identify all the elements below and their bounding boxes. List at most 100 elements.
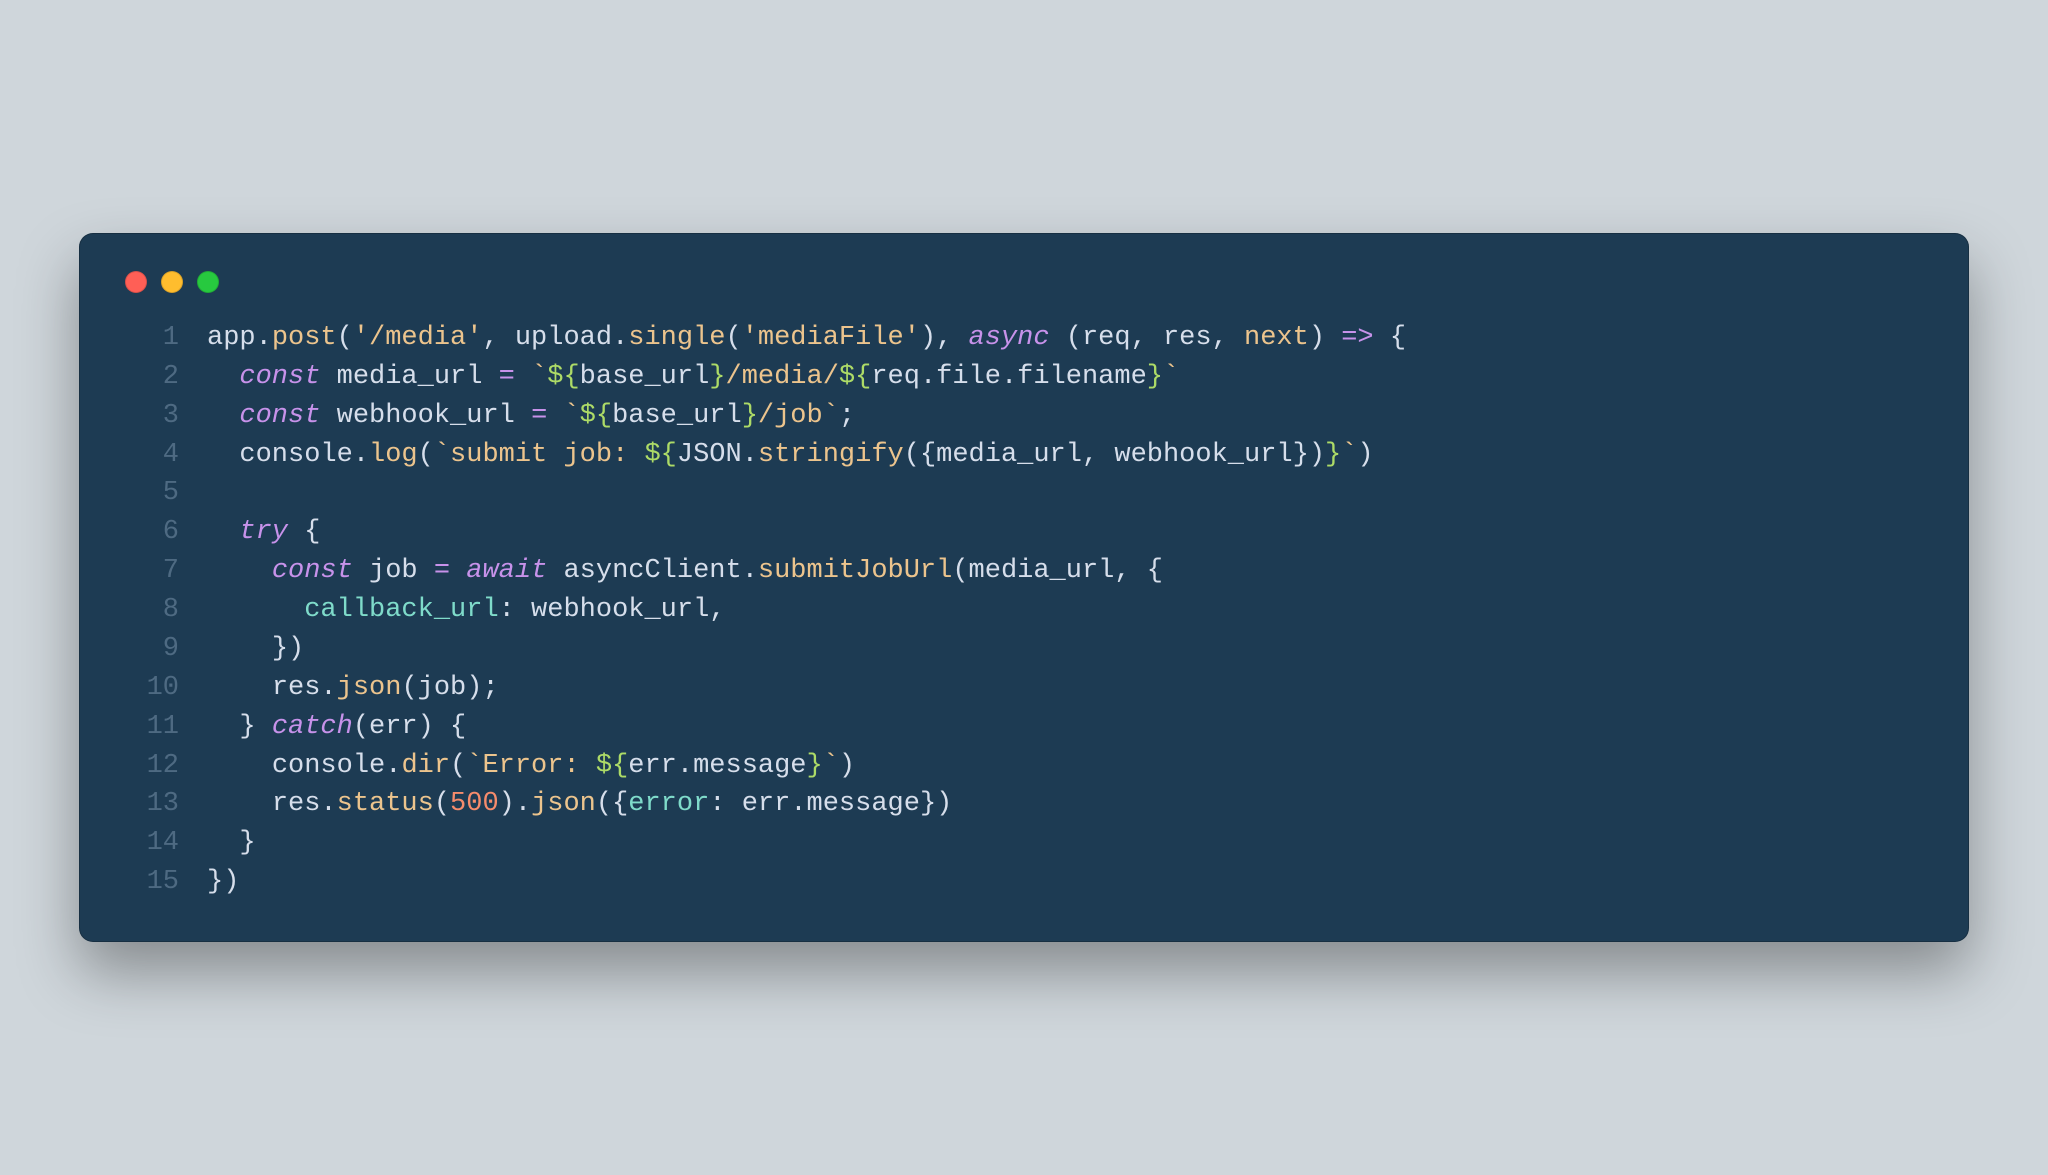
code-token: const [239, 401, 320, 431]
code-token: submit job: [450, 440, 644, 470]
code-line: 7 const job = await asyncClient.submitJo… [119, 552, 1929, 591]
code-token: app [207, 323, 256, 353]
code-line: 15}) [119, 863, 1929, 902]
code-token: , [709, 595, 725, 625]
code-token: { [920, 440, 936, 470]
code-token: ( [337, 323, 353, 353]
code-token: ) [1357, 440, 1373, 470]
code-token: await [466, 556, 547, 586]
code-token [207, 440, 239, 470]
code-token: log [369, 440, 418, 470]
line-number: 14 [119, 824, 207, 863]
code-token: . [385, 751, 401, 781]
line-number: 11 [119, 708, 207, 747]
line-number: 12 [119, 747, 207, 786]
code-token: stringify [758, 440, 904, 470]
code-content: app.post('/media', upload.single('mediaF… [207, 319, 1406, 358]
code-token: res [1163, 323, 1212, 353]
code-token: catch [272, 712, 353, 742]
code-token: ) [1309, 323, 1325, 353]
code-token: ) [920, 323, 936, 353]
code-token: . [677, 751, 693, 781]
traffic-lights [119, 261, 1929, 319]
code-token: . [742, 440, 758, 470]
code-token: ( [434, 789, 450, 819]
code-token: ` [823, 751, 839, 781]
code-token: } [1293, 440, 1309, 470]
code-content: const job = await asyncClient.submitJobU… [207, 552, 1163, 591]
code-token: . [742, 556, 758, 586]
code-token: ` [823, 401, 839, 431]
code-token: webhook_url [320, 401, 531, 431]
code-token [207, 673, 272, 703]
code-token: ` [563, 401, 579, 431]
code-token [207, 401, 239, 431]
code-token: }) [207, 867, 239, 897]
code-content: try { [207, 513, 320, 552]
code-token: , [1131, 323, 1163, 353]
code-token: , [1114, 556, 1146, 586]
code-token: message [693, 751, 806, 781]
code-token: { [288, 517, 320, 547]
code-token: err [628, 751, 677, 781]
line-number: 4 [119, 436, 207, 475]
code-token: . [1001, 362, 1017, 392]
code-content: callback_url: webhook_url, [207, 591, 726, 630]
code-token: media_url [936, 440, 1082, 470]
code-token [207, 712, 239, 742]
code-line: 5 [119, 474, 1929, 513]
code-token: ( [904, 440, 920, 470]
code-token: } [807, 751, 823, 781]
code-token: dir [401, 751, 450, 781]
code-token: } [239, 712, 255, 742]
code-token: callback_url [304, 595, 498, 625]
code-line: 10 res.json(job); [119, 669, 1929, 708]
code-token [207, 362, 239, 392]
code-token: . [790, 789, 806, 819]
code-token: const [239, 362, 320, 392]
code-token: ) [1309, 440, 1325, 470]
code-token: } [239, 828, 255, 858]
line-number: 7 [119, 552, 207, 591]
code-token: base_url [580, 362, 710, 392]
code-token: 'mediaFile' [742, 323, 920, 353]
code-token: filename [1017, 362, 1147, 392]
line-number: 6 [119, 513, 207, 552]
code-token: /job [758, 401, 823, 431]
code-token: . [515, 789, 531, 819]
code-token: req [871, 362, 920, 392]
code-token: ) [499, 789, 515, 819]
code-token: err [726, 789, 791, 819]
code-token: } [1325, 440, 1341, 470]
code-token [207, 634, 272, 664]
code-token: ${ [644, 440, 676, 470]
code-token [207, 595, 304, 625]
code-token: try [239, 517, 288, 547]
code-token: json [531, 789, 596, 819]
code-token: upload [515, 323, 612, 353]
code-token: file [936, 362, 1001, 392]
line-number: 3 [119, 397, 207, 436]
code-line: 1app.post('/media', upload.single('media… [119, 319, 1929, 358]
code-token: ${ [547, 362, 579, 392]
code-token: . [920, 362, 936, 392]
code-token: console [272, 751, 385, 781]
code-token: . [320, 789, 336, 819]
close-icon[interactable] [125, 271, 147, 293]
code-token: ${ [839, 362, 871, 392]
code-token: = [531, 401, 547, 431]
code-token: webhook_url [515, 595, 709, 625]
minimize-icon[interactable] [161, 271, 183, 293]
code-token: } [709, 362, 725, 392]
code-token [207, 828, 239, 858]
code-token: { [434, 712, 466, 742]
code-token: res [272, 789, 321, 819]
code-token: . [320, 673, 336, 703]
zoom-icon[interactable] [197, 271, 219, 293]
code-line: 3 const webhook_url = `${base_url}/job`; [119, 397, 1929, 436]
code-line: 9 }) [119, 630, 1929, 669]
line-number: 8 [119, 591, 207, 630]
code-token: { [612, 789, 628, 819]
code-token [1374, 323, 1390, 353]
code-token: { [1147, 556, 1163, 586]
